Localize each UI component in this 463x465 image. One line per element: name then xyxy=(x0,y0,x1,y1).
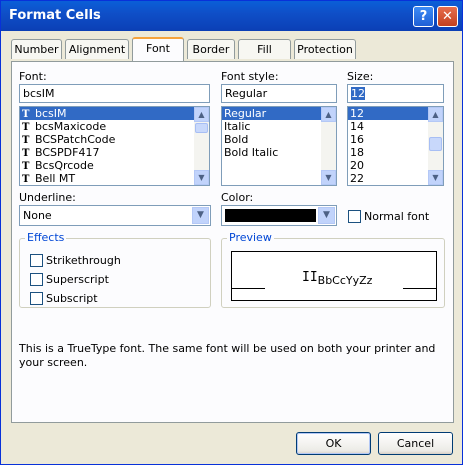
preview-title: Preview xyxy=(227,231,274,244)
font-list[interactable]: TbcsIM TbcsMaxicode T BCSPatchCode T BCSPD… xyxy=(19,106,210,186)
underline-value: None xyxy=(23,209,52,222)
subscript-label: Subscript xyxy=(46,292,98,305)
font-tab-panel: Font: bcsIM TbcsIM TbcsMaxicode T BCSPatc… xyxy=(11,61,454,423)
font-list-item[interactable]: TbcsIM xyxy=(20,107,209,120)
color-swatch xyxy=(225,209,316,222)
tab-alignment[interactable]: Alignment xyxy=(65,39,129,59)
help-button[interactable]: ? xyxy=(413,6,434,27)
chevron-down-icon[interactable]: ▼ xyxy=(318,207,335,224)
preview-sample: IIBbCcYyZz xyxy=(302,270,373,287)
preview-group: Preview IIBbCcYyZz xyxy=(221,231,445,308)
font-list-item[interactable]: T BCSPatchCode xyxy=(20,133,209,146)
font-style-item[interactable]: Bold Italic xyxy=(222,146,336,159)
underline-label: Underline: xyxy=(19,191,76,204)
superscript-checkbox[interactable] xyxy=(30,273,43,286)
font-label: Font: xyxy=(19,70,47,83)
ok-button[interactable]: OK xyxy=(296,432,371,455)
strikethrough-label: Strikethrough xyxy=(46,254,121,267)
font-style-item[interactable]: Regular xyxy=(222,107,336,120)
effects-group: Effects Strikethrough Superscript Subscr… xyxy=(19,231,211,308)
font-list-item[interactable]: T BCSPDF417 xyxy=(20,146,209,159)
cancel-button[interactable]: Cancel xyxy=(378,432,453,455)
font-style-list[interactable]: Regular Italic Bold Bold Italic ▲ ▼ xyxy=(221,106,337,186)
title-bar[interactable]: Format Cells ? ✕ xyxy=(1,1,462,31)
font-info-text: This is a TrueType font. The same font w… xyxy=(19,342,436,369)
scroll-thumb[interactable] xyxy=(429,137,442,151)
font-list-item[interactable]: T Bell MT xyxy=(20,172,209,185)
scroll-up-icon[interactable]: ▲ xyxy=(194,107,209,122)
format-cells-dialog: Format Cells ? ✕ Number Alignment Font B… xyxy=(0,0,463,465)
font-list-item[interactable]: TbcsMaxicode xyxy=(20,120,209,133)
dialog-title: Format Cells xyxy=(9,8,101,23)
superscript-label: Superscript xyxy=(46,273,109,286)
tab-number[interactable]: Number xyxy=(11,39,62,59)
scroll-down-icon[interactable]: ▼ xyxy=(194,170,209,185)
strikethrough-checkbox[interactable] xyxy=(30,254,43,267)
color-label: Color: xyxy=(221,191,254,204)
font-style-scrollbar[interactable]: ▲ ▼ xyxy=(321,107,336,185)
effects-title: Effects xyxy=(25,231,67,244)
subscript-checkbox[interactable] xyxy=(30,292,43,305)
color-select[interactable]: ▼ xyxy=(221,205,337,226)
font-style-item[interactable]: Italic xyxy=(222,120,336,133)
font-list-scrollbar[interactable]: ▲ ▼ xyxy=(194,107,209,185)
tab-font[interactable]: Font xyxy=(132,37,184,61)
tab-protection[interactable]: Protection xyxy=(294,39,356,59)
font-list-item[interactable]: T BcsQrcode xyxy=(20,159,209,172)
preview-box: IIBbCcYyZz xyxy=(231,251,437,301)
scroll-up-icon[interactable]: ▲ xyxy=(428,107,443,122)
font-style-label: Font style: xyxy=(221,70,279,83)
preview-baseline-right xyxy=(403,288,437,289)
size-label: Size: xyxy=(347,70,374,83)
font-name-input[interactable]: bcsIM xyxy=(19,84,210,103)
tab-fill[interactable]: Fill xyxy=(238,39,291,59)
size-list[interactable]: 12 14 16 18 20 22 ▲ ▼ xyxy=(347,106,444,186)
truetype-icon: T xyxy=(22,174,30,185)
scroll-up-icon[interactable]: ▲ xyxy=(321,107,336,122)
chevron-down-icon[interactable]: ▼ xyxy=(192,207,209,224)
scroll-thumb[interactable] xyxy=(195,123,208,133)
preview-baseline-left xyxy=(231,288,265,289)
scroll-down-icon[interactable]: ▼ xyxy=(321,170,336,185)
font-style-item[interactable]: Bold xyxy=(222,133,336,146)
font-style-input[interactable]: Regular xyxy=(221,84,337,103)
size-input[interactable]: 12 xyxy=(347,84,444,103)
tab-border[interactable]: Border xyxy=(187,39,235,59)
size-list-scrollbar[interactable]: ▲ ▼ xyxy=(428,107,443,185)
normal-font-label: Normal font xyxy=(364,210,430,223)
underline-select[interactable]: None ▼ xyxy=(19,205,211,226)
normal-font-checkbox[interactable] xyxy=(348,210,361,223)
scroll-down-icon[interactable]: ▼ xyxy=(428,170,443,185)
close-button[interactable]: ✕ xyxy=(437,6,458,27)
